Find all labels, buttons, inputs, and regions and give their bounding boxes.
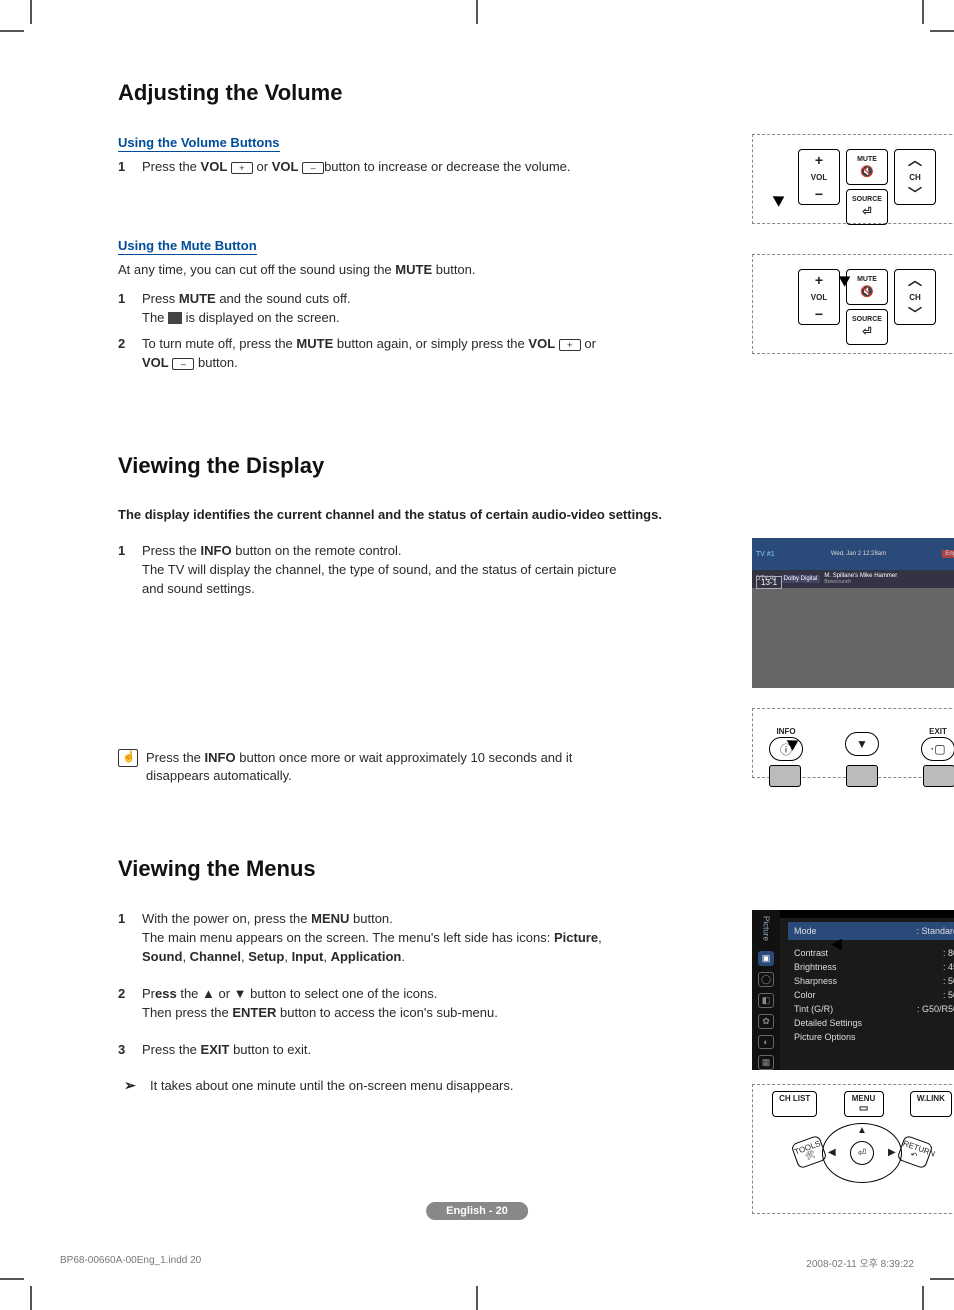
footer-timestamp: 2008-02-11 오후 8:39:22 [806,1255,914,1270]
step-text: To turn mute off, press the MUTE button … [142,335,622,373]
application-icon: ▦ [758,1055,774,1070]
page-footer-pill: English - 20 [426,1202,528,1220]
input-icon: ◐ [758,1035,774,1050]
step-number: 2 [118,985,142,1023]
subhead-mute-button: Using the Mute Button [118,238,257,255]
mute-indicator-icon [168,312,182,324]
step-text: Press the EXIT button to exit. [142,1041,622,1060]
remote-color-button [846,765,878,787]
note-icon [118,749,138,767]
remote-vol-button: +VOL− [798,149,840,205]
step-number: 3 [118,1041,142,1060]
heading-viewing-display: Viewing the Display [118,453,858,479]
remote-source-button: SOURCE⏎ [846,309,888,345]
remote-down-button: ▼ [845,732,879,756]
remote-return-button: RETURN↶ [896,1135,933,1170]
subhead-volume-buttons: Using the Volume Buttons [118,135,280,152]
remote-mute-button: MUTE🔇 [846,269,888,305]
remote-wlink-button: W.LINK [910,1091,952,1117]
remote-diagram-info: INFO ⓘ ▼ EXIT ⋅▢ [752,708,954,778]
step-text: Press the ▲ or ▼ button to select one of… [142,985,622,1023]
step-number: 1 [118,910,142,967]
vol-minus-icon: – [302,162,324,174]
heading-adjusting-volume: Adjusting the Volume [118,80,858,106]
menu-osd-screenshot: Picture ▣ ◯ ◧ ✿ ◐ ▦ Mode: Standard Contr… [752,910,954,1070]
step-text: Press the INFO button on the remote cont… [142,542,622,599]
remote-color-button [769,765,801,787]
remote-source-button: SOURCE⏎ [846,189,888,225]
note-text: Press the INFO button once more or wait … [146,749,616,787]
remote-ch-button: ︿CH﹀ [894,149,936,205]
step-number: 1 [118,158,142,177]
vol-plus-icon: + [231,162,253,174]
vol-minus-icon: – [172,358,194,370]
remote-exit-button: ⋅▢ [921,737,954,761]
remote-chlist-button: CH LIST [772,1091,817,1117]
dpad-right-icon: ▶ [888,1147,896,1158]
remote-diagram-mute: +VOL− MUTE🔇 SOURCE⏎ ︿CH﹀ [752,254,954,354]
channel-icon: ◧ [758,993,774,1008]
remote-mute-button: MUTE🔇 [846,149,888,185]
info-osd-screenshot: TV #1 Wed, Jan 2 12:28am English DTV Air… [752,538,954,688]
remote-ch-button: ︿CH﹀ [894,269,936,325]
display-intro: The display identifies the current chann… [118,507,858,522]
dpad-left-icon: ◀ [828,1147,836,1158]
remote-vol-button: +VOL− [798,269,840,325]
step-text: Press MUTE and the sound cuts off. The i… [142,290,622,328]
heading-viewing-menus: Viewing the Menus [118,856,858,882]
mute-intro: At any time, you can cut off the sound u… [118,261,598,280]
remote-diagram-menu: CH LIST MENU▭ W.LINK TOOLS🛠 ▲ ◀ ▶ ⏎ RETU… [752,1084,954,1214]
step-number: 1 [118,542,142,599]
step-text: Press the VOL + or VOL –button to increa… [142,158,622,177]
footer-file: BP68-00660A-00Eng_1.indd 20 [60,1255,201,1270]
step-text: With the power on, press the MENU button… [142,910,622,967]
arrow-icon: ➢ [118,1077,142,1094]
picture-icon: ▣ [758,951,774,966]
dpad-up-icon: ▲ [857,1125,867,1136]
remote-diagram-volume: +VOL− MUTE🔇 SOURCE⏎ ︿CH﹀ [752,134,954,224]
remote-color-button [923,765,954,787]
step-number: 1 [118,290,142,328]
remote-menu-button: MENU▭ [844,1091,884,1117]
vol-plus-icon: + [559,339,581,351]
setup-icon: ✿ [758,1014,774,1029]
step-number: 2 [118,335,142,373]
sound-icon: ◯ [758,972,774,987]
note-text: It takes about one minute until the on-s… [150,1077,514,1096]
